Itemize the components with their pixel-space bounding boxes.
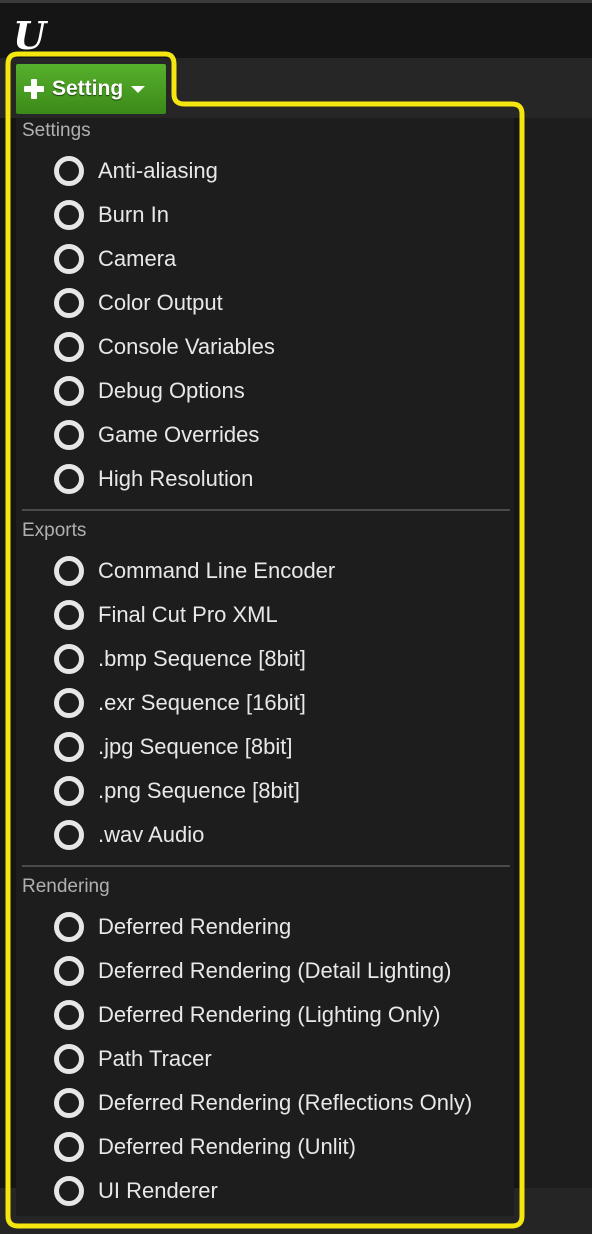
editor-panel-background (520, 118, 592, 1188)
title-bar: U (0, 0, 592, 58)
highlight-outline-path (5, 51, 525, 1229)
highlight-outline (5, 51, 525, 1229)
unreal-logo: U (13, 13, 46, 58)
